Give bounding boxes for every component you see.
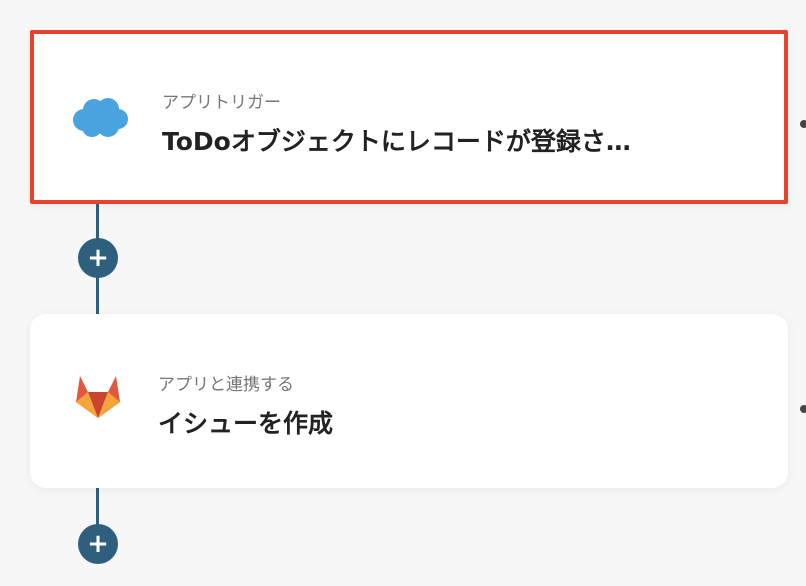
plus-icon: + bbox=[87, 243, 109, 273]
step-card-app-trigger[interactable]: アプリトリガー ToDoオブジェクトにレコードが登録さ… bbox=[30, 30, 788, 204]
add-step-button[interactable]: + bbox=[78, 524, 118, 564]
add-step-button[interactable]: + bbox=[78, 238, 118, 278]
gitlab-tanuki-icon bbox=[74, 374, 132, 424]
step-label: アプリと連携する bbox=[158, 375, 294, 395]
step-card-app-action[interactable]: アプリと連携する イシューを作成 bbox=[30, 314, 788, 488]
step-label: アプリトリガー bbox=[162, 93, 281, 113]
card-edge-handle-1[interactable] bbox=[800, 120, 806, 128]
salesforce-cloud-icon bbox=[70, 96, 128, 146]
step-title: ToDoオブジェクトにレコードが登録さ… bbox=[162, 127, 631, 156]
card-edge-handle-2[interactable] bbox=[800, 405, 806, 413]
plus-icon: + bbox=[87, 529, 109, 559]
step-title: イシューを作成 bbox=[158, 409, 334, 438]
